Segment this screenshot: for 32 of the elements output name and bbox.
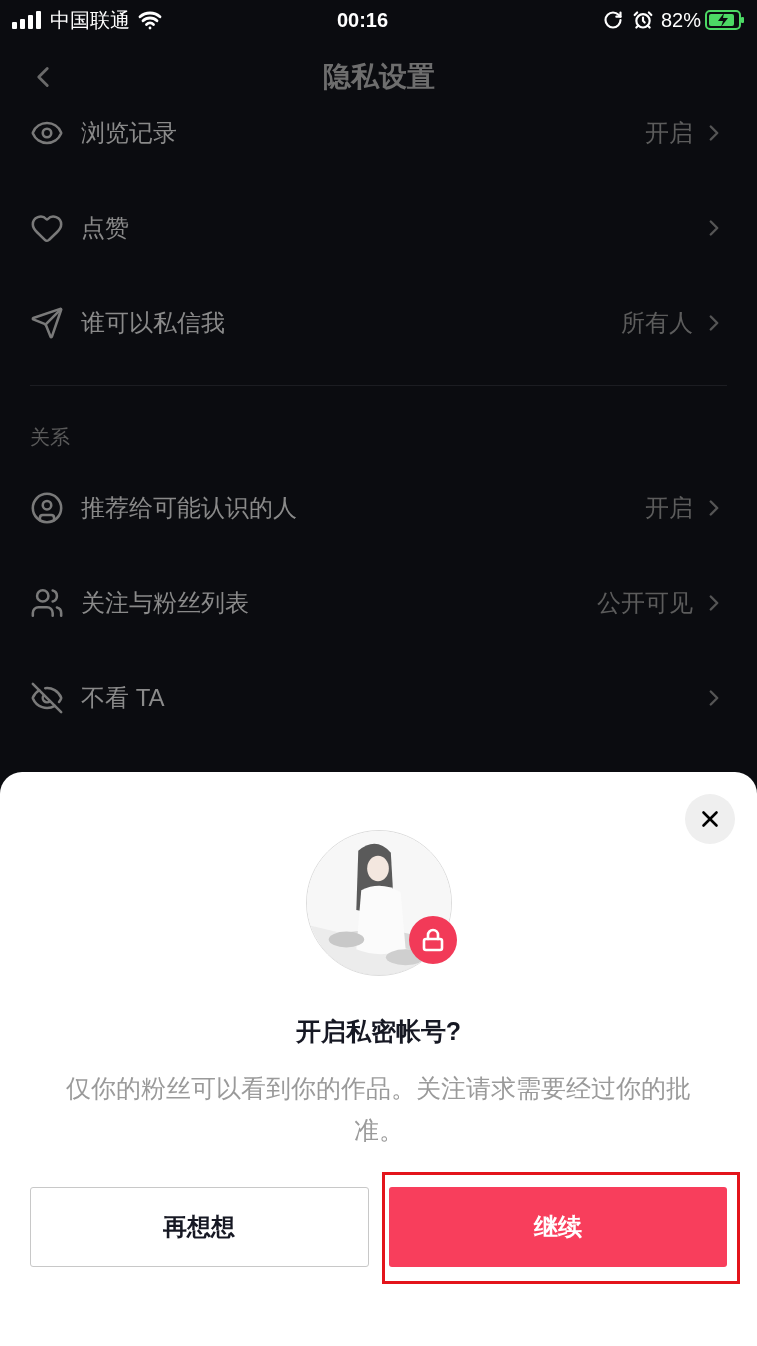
page-title: 隐私设置 xyxy=(322,60,435,94)
carrier-name: 中国联通 xyxy=(50,8,130,33)
item-label: 不看 TA xyxy=(81,682,165,713)
user-circle-icon xyxy=(30,490,64,525)
item-label: 浏览记录 xyxy=(81,117,177,148)
item-value: 所有人 xyxy=(621,307,693,338)
settings-item[interactable]: 点赞 xyxy=(0,180,757,275)
paper-plane-icon xyxy=(30,305,64,340)
item-label: 点赞 xyxy=(81,212,129,243)
item-value: 公开可见 xyxy=(597,587,693,618)
item-value: 开启 xyxy=(645,492,693,523)
item-label: 谁可以私信我 xyxy=(81,307,225,338)
lock-icon xyxy=(420,928,445,952)
alarm-icon xyxy=(632,10,653,30)
dialog-message: 仅你的粉丝可以看到你的作品。关注请求需要经过你的批准。 xyxy=(65,1073,692,1146)
battery-icon xyxy=(705,10,745,30)
item-label: 关注与粉丝列表 xyxy=(81,587,249,618)
eye-off-icon xyxy=(30,680,64,715)
signal-icon xyxy=(12,11,42,29)
settings-item[interactable]: 关注与粉丝列表 公开可见 xyxy=(0,555,757,650)
continue-button[interactable]: 继续 xyxy=(388,1187,727,1267)
settings-item[interactable]: 推荐给可能认识的人 开启 xyxy=(0,460,757,555)
clock-time: 00:16 xyxy=(336,8,389,33)
item-label: 推荐给可能认识的人 xyxy=(81,492,297,523)
item-value: 开启 xyxy=(645,117,693,148)
settings-item[interactable]: 不看 TA xyxy=(0,650,757,745)
cancel-button[interactable]: 再想想 xyxy=(30,1187,369,1267)
section-header: 关系 xyxy=(29,425,71,450)
battery-percent: 82% xyxy=(660,8,701,33)
close-button[interactable] xyxy=(685,794,735,844)
dialog-title: 开启私密帐号? xyxy=(295,1016,462,1047)
settings-item[interactable]: 谁可以私信我 所有人 xyxy=(0,275,757,370)
